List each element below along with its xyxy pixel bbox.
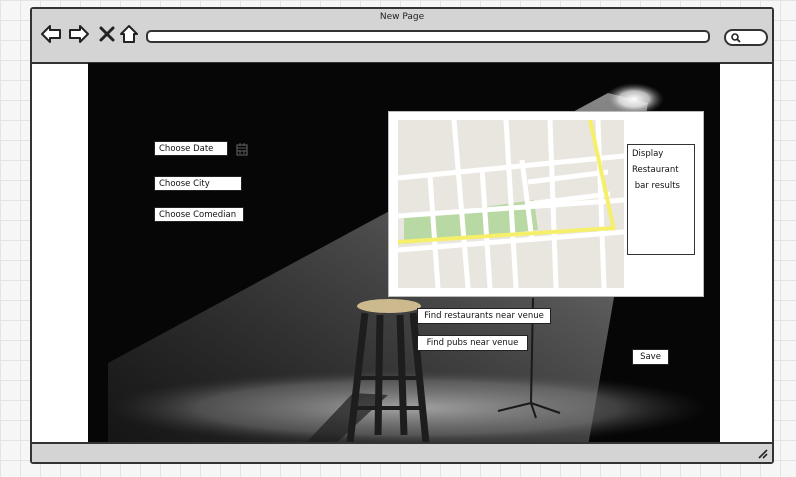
save-button[interactable]: Save — [632, 349, 669, 365]
search-box[interactable] — [724, 29, 768, 46]
choose-date-label: Choose Date — [159, 144, 214, 154]
choose-date-field[interactable]: Choose Date — [154, 141, 228, 156]
results-line-display: Display — [632, 149, 664, 159]
forward-arrow-icon[interactable] — [68, 23, 90, 45]
find-pubs-button[interactable]: Find pubs near venue — [417, 335, 528, 351]
browser-window: New Page Choose Date Choose City Choose … — [30, 7, 774, 464]
results-line-restaurant: Restaurant — [632, 165, 679, 175]
choose-city-field[interactable]: Choose City — [154, 176, 242, 191]
choose-comedian-field[interactable]: Choose Comedian — [154, 207, 244, 222]
restaurant-bar-results-panel[interactable]: Display Restaurant bar results — [627, 144, 695, 255]
title-bar: New Page — [32, 9, 772, 64]
choose-comedian-label: Choose Comedian — [159, 210, 237, 220]
search-icon — [731, 33, 741, 43]
find-restaurants-button[interactable]: Find restaurants near venue — [417, 308, 551, 324]
address-bar[interactable] — [146, 30, 710, 43]
home-icon[interactable] — [118, 23, 140, 45]
venue-map[interactable] — [398, 120, 624, 288]
status-bar — [32, 442, 772, 462]
results-line-bar-results: bar results — [632, 181, 680, 191]
calendar-icon[interactable] — [236, 142, 248, 156]
map-panel: Display Restaurant bar results — [388, 111, 704, 297]
close-x-icon[interactable] — [96, 23, 118, 45]
choose-city-label: Choose City — [159, 179, 210, 189]
back-arrow-icon[interactable] — [40, 23, 62, 45]
window-title: New Page — [379, 12, 425, 22]
stage-background: Choose Date Choose City Choose Comedian — [88, 63, 720, 446]
resize-grip-icon[interactable] — [756, 447, 768, 459]
